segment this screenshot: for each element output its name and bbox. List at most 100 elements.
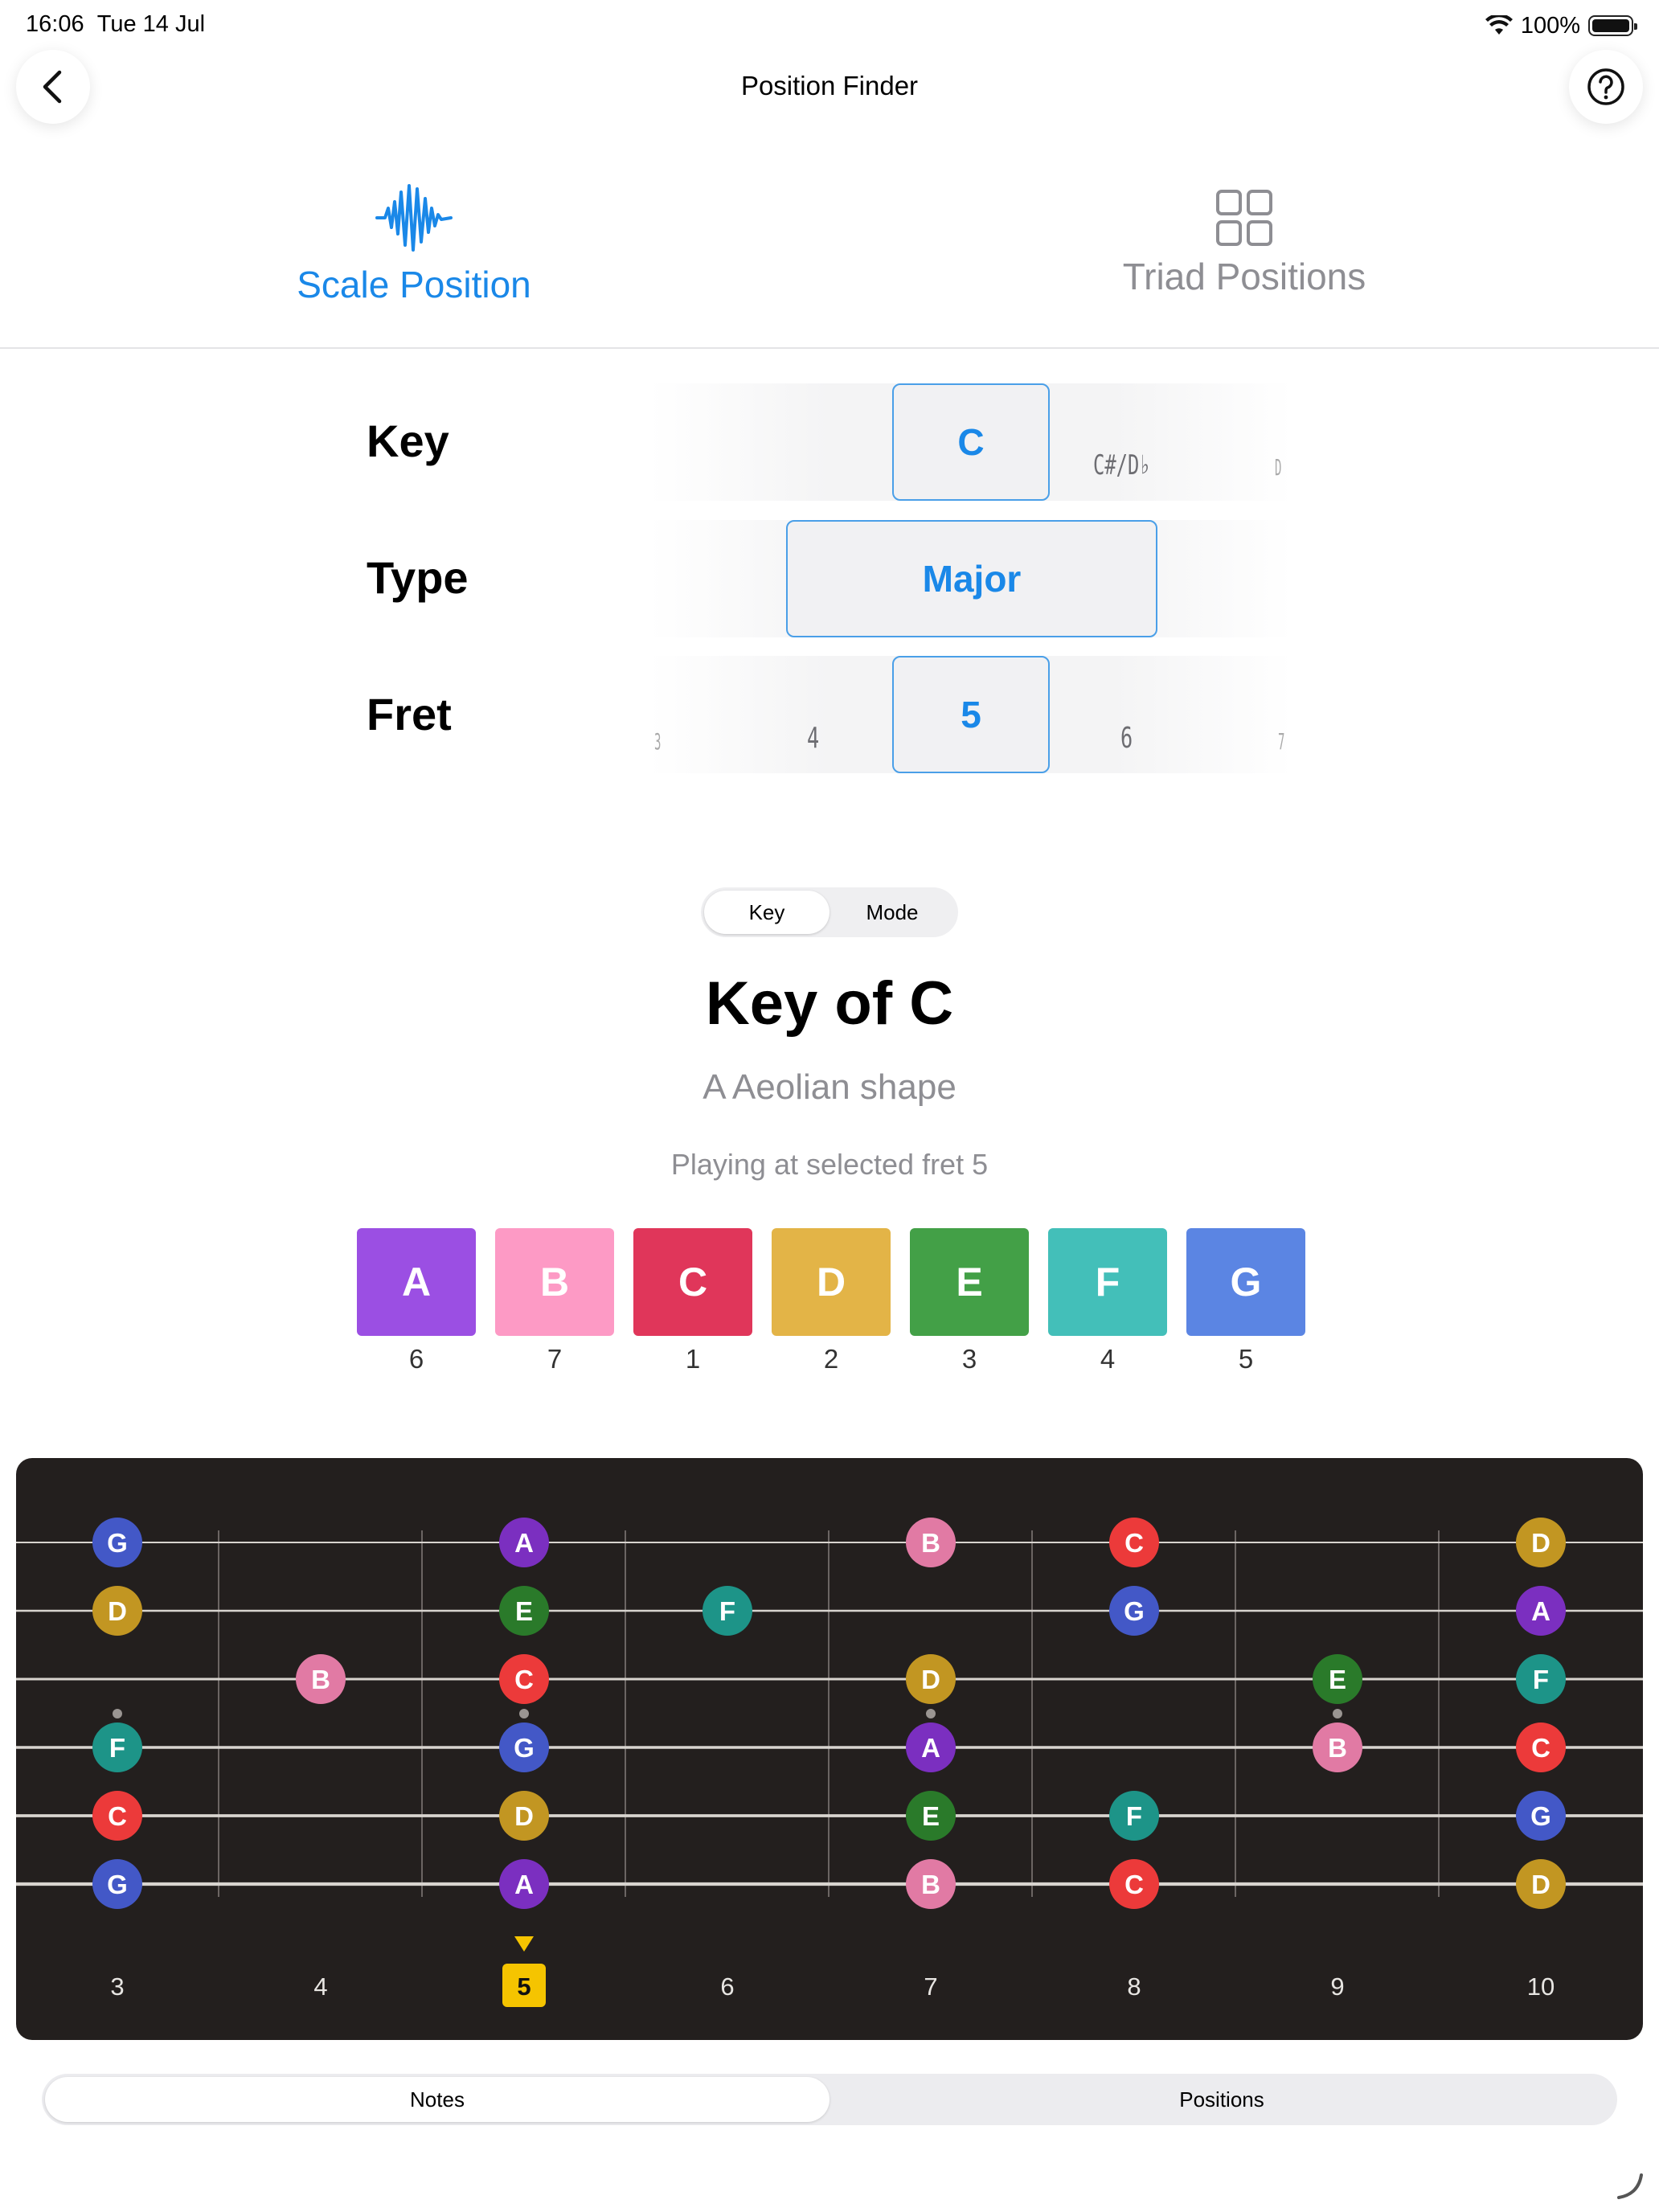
note-tile-degree: 4: [1100, 1344, 1116, 1374]
fretboard-note-label: F: [109, 1733, 125, 1763]
fretboard-note-label: C: [1124, 1528, 1144, 1558]
fret-option-prev2[interactable]: 3: [654, 728, 661, 755]
segment-positions[interactable]: Positions: [830, 2077, 1614, 2122]
switch-key[interactable]: Key: [704, 891, 830, 934]
fretboard-note-label: B: [311, 1665, 330, 1694]
note-tile[interactable]: E 3: [910, 1228, 1029, 1374]
fretboard-note-label: G: [107, 1870, 128, 1899]
note-tile-box: D: [772, 1228, 891, 1336]
fret-number-label: 7: [924, 1972, 937, 2001]
grid-icon: [1216, 190, 1272, 246]
note-tile-degree: 6: [408, 1344, 424, 1374]
note-tile-degree: 1: [685, 1344, 701, 1374]
fret-picker-selected[interactable]: 5: [892, 656, 1050, 773]
fret-option-next[interactable]: 6: [1120, 722, 1133, 755]
status-clock: 16:06: [26, 11, 84, 37]
waveform-icon: [375, 184, 453, 252]
key-option-next2[interactable]: D: [1275, 454, 1281, 481]
shape-subtitle: A Aeolian shape: [703, 1067, 956, 1107]
fretboard-note-label: G: [1530, 1801, 1551, 1831]
fretboard-note-label: G: [107, 1528, 128, 1558]
key-picker-label: Key: [367, 416, 449, 466]
fretboard-note-label: B: [921, 1870, 940, 1899]
resize-handle-icon[interactable]: [1614, 2170, 1646, 2202]
note-tile-box: E: [910, 1228, 1029, 1336]
note-tile-degree: 7: [547, 1344, 563, 1374]
tab-divider: [0, 347, 1659, 349]
fretboard-note-label: E: [922, 1801, 940, 1831]
fret-inlay-marker: [519, 1709, 529, 1718]
fretboard-note-label: E: [515, 1596, 533, 1626]
fretboard-note-label: G: [514, 1733, 535, 1763]
fretboard-note-label: A: [921, 1733, 940, 1763]
fret-inlay-marker: [926, 1709, 936, 1718]
fret-number-label: 6: [720, 1972, 734, 2001]
fret-picker[interactable]: 3 4 5 6 7: [649, 656, 1292, 773]
tab-scale-position[interactable]: Scale Position: [133, 181, 695, 306]
note-tile-degree: 2: [823, 1344, 839, 1374]
fret-number-label: 4: [313, 1972, 327, 2001]
tab-scale-label: Scale Position: [297, 264, 531, 305]
wifi-icon: [1485, 15, 1513, 35]
type-picker-selected[interactable]: Major: [786, 520, 1157, 637]
type-picker-label: Type: [367, 552, 469, 603]
battery-icon: [1588, 15, 1637, 36]
fretboard-note-label: E: [1329, 1665, 1346, 1694]
fretboard-note-label: F: [1126, 1801, 1142, 1831]
fretboard-note-label: B: [1328, 1733, 1347, 1763]
segment-notes[interactable]: Notes: [45, 2077, 830, 2122]
key-option-next[interactable]: C#/D♭: [1093, 449, 1151, 481]
fret-picker-label: Fret: [367, 689, 452, 739]
selected-fret-pointer: [514, 1936, 534, 1952]
fretboard-note-label: G: [1124, 1596, 1145, 1626]
question-circle-icon: [1587, 68, 1624, 105]
help-button[interactable]: [1569, 50, 1643, 124]
tab-triad-positions[interactable]: Triad Positions: [963, 189, 1526, 298]
fretboard-note-label: C: [1124, 1870, 1144, 1899]
fret-number-label: 8: [1127, 1972, 1141, 2001]
switch-mode[interactable]: Mode: [830, 891, 955, 934]
note-tile[interactable]: A 6: [357, 1228, 476, 1374]
note-tile[interactable]: B 7: [495, 1228, 614, 1374]
fret-number-label: 3: [110, 1972, 124, 2001]
fretboard-note-label: A: [1531, 1596, 1550, 1626]
fretboard-diagram[interactable]: G A B C D D E F G A B C D E F F G A B C C D E F G G A B C D 3 4 5 6 7 8 9 10: [16, 1458, 1643, 2040]
key-picker[interactable]: C C#/D♭ D: [649, 383, 1292, 501]
fret-inlay-marker: [113, 1709, 122, 1718]
note-tile-box: G: [1186, 1228, 1305, 1336]
fretboard-note-label: D: [1531, 1528, 1550, 1558]
note-tile[interactable]: D 2: [772, 1228, 891, 1374]
fretboard-note-label: C: [1531, 1733, 1550, 1763]
key-picker-selected[interactable]: C: [892, 383, 1050, 501]
note-tile-box: A: [357, 1228, 476, 1336]
fretboard-note-label: A: [514, 1528, 534, 1558]
note-tile[interactable]: G 5: [1186, 1228, 1305, 1374]
note-tile[interactable]: F 4: [1048, 1228, 1167, 1374]
fretboard-note-label: D: [108, 1596, 127, 1626]
fret-option-prev[interactable]: 4: [807, 722, 819, 755]
fretboard-note-label: C: [108, 1801, 127, 1831]
selected-fret-note: Playing at selected fret 5: [670, 1148, 989, 1181]
fretboard-note-label: B: [921, 1528, 940, 1558]
key-heading: Key of C: [705, 969, 954, 1038]
type-picker[interactable]: Major: [649, 520, 1292, 637]
nav-title: Position Finder: [740, 71, 919, 100]
note-tile-degree: 3: [961, 1344, 977, 1374]
note-tile-box: F: [1048, 1228, 1167, 1336]
view-segmented-control[interactable]: Notes Positions: [42, 2074, 1617, 2125]
status-indicators: 100%: [1485, 11, 1637, 40]
fretboard-note-label: C: [514, 1665, 534, 1694]
status-time: 16:06 Tue 14 Jul: [26, 11, 205, 38]
fretboard[interactable]: G A B C D D E F G A B C D E F F G A B C C D E F G G A B C D 3 4 5 6 7 8 9 10: [16, 1458, 1643, 2040]
fretboard-note-label: D: [514, 1801, 534, 1831]
fret-number-label: 5: [517, 1972, 530, 2001]
battery-percent: 100%: [1520, 12, 1580, 39]
note-tile[interactable]: C 1: [633, 1228, 752, 1374]
fret-option-next2[interactable]: 7: [1278, 728, 1284, 755]
tab-triad-label: Triad Positions: [1122, 256, 1366, 297]
key-mode-switch[interactable]: Key Mode: [701, 887, 958, 937]
fret-inlay-marker: [1333, 1709, 1342, 1718]
note-tile-box: C: [633, 1228, 752, 1336]
fretboard-note-label: F: [719, 1596, 735, 1626]
battery-level: [1592, 19, 1629, 32]
